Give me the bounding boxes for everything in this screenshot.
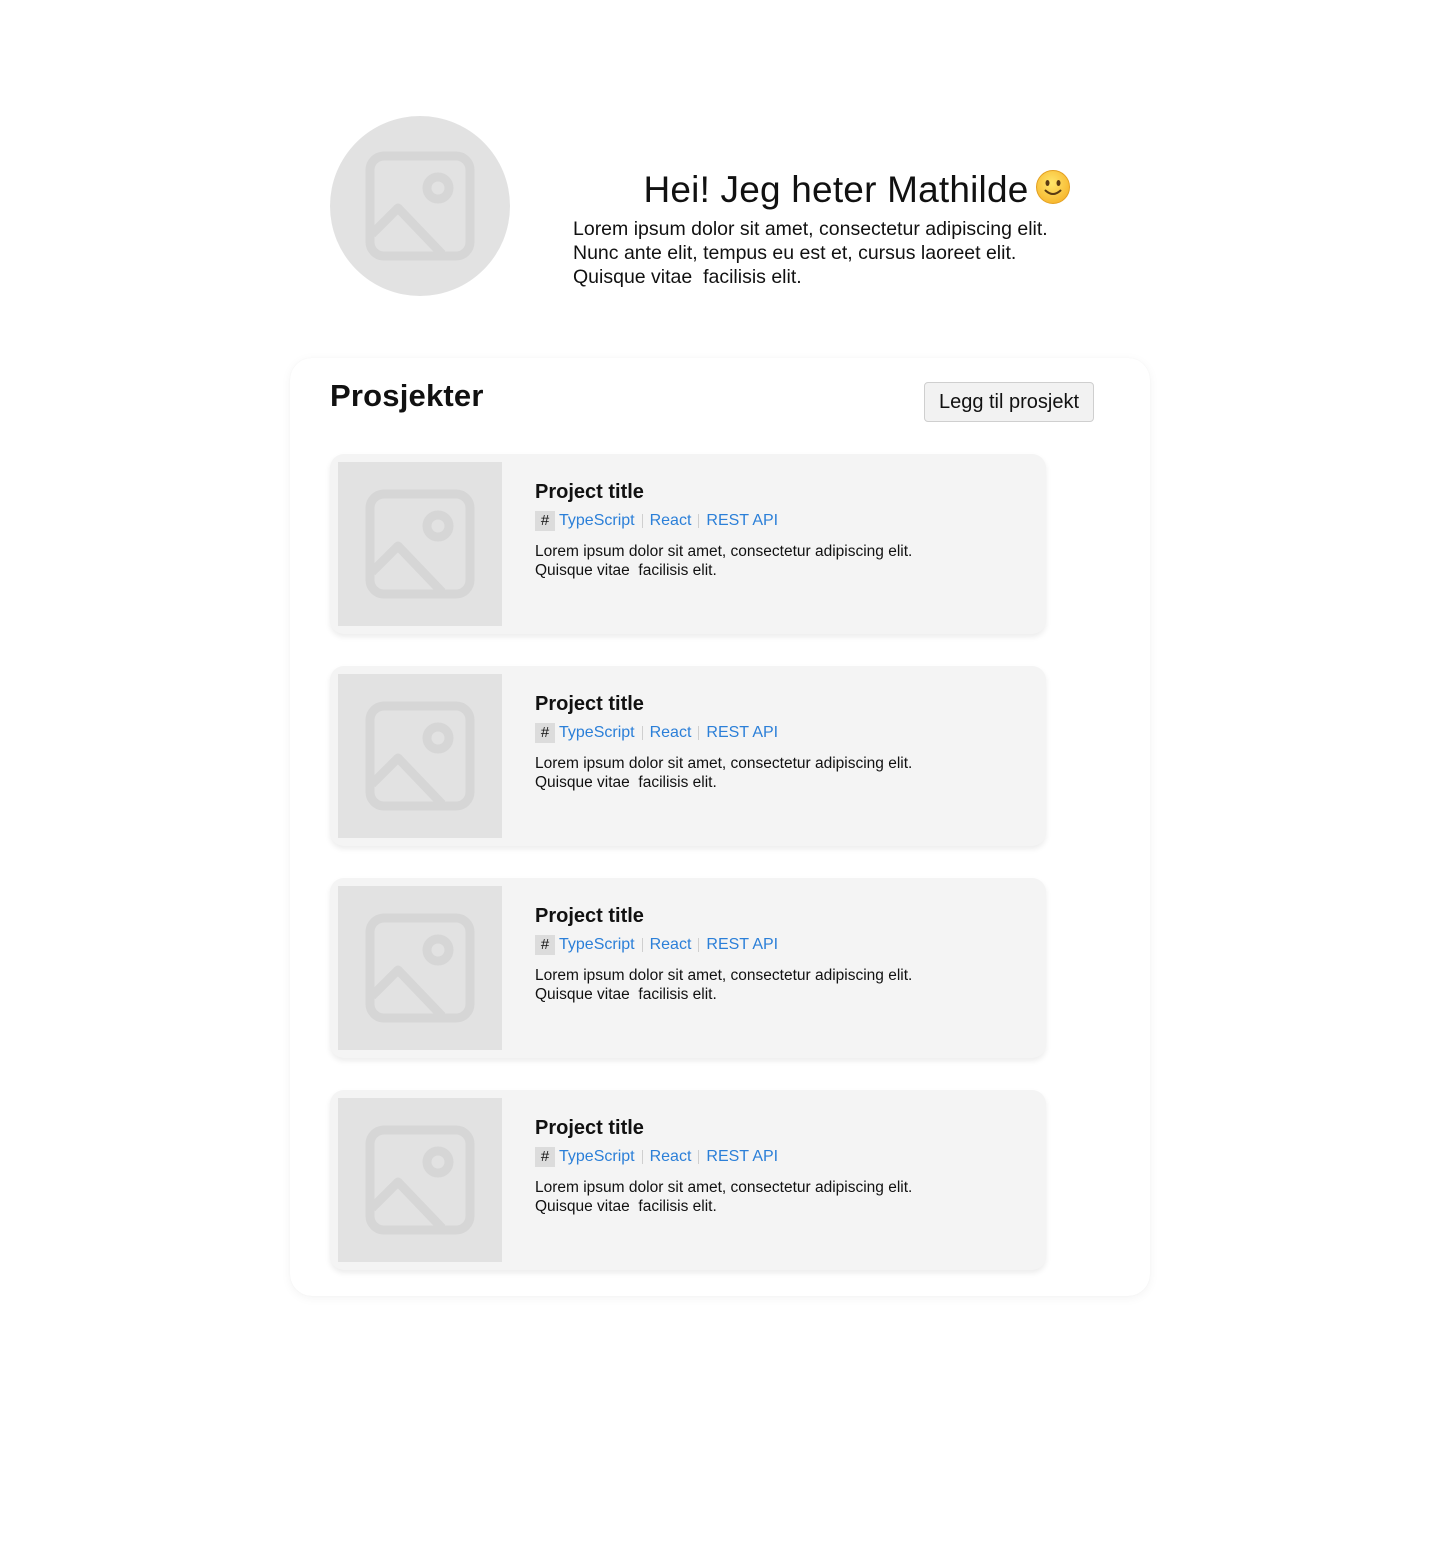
tag-typescript[interactable]: TypeScript	[559, 723, 635, 743]
description-line: Quisque vitae facilisis elit.	[535, 774, 717, 791]
tag-divider	[641, 1150, 643, 1164]
tag-rest-api[interactable]: REST API	[706, 511, 778, 531]
image-placeholder-icon	[365, 1125, 475, 1235]
tag-rest-api[interactable]: REST API	[706, 723, 778, 743]
greeting-text: Hei! Jeg heter Mathilde	[643, 169, 1029, 210]
project-thumbnail	[338, 1098, 502, 1262]
bio-text: Lorem ipsum dolor sit amet, consectetur …	[573, 217, 1113, 289]
image-placeholder-icon	[365, 913, 475, 1023]
project-tags: # TypeScript React REST API	[535, 934, 1015, 956]
project-thumbnail	[338, 886, 502, 1050]
tag-divider	[698, 1150, 700, 1164]
tag-rest-api[interactable]: REST API	[706, 935, 778, 955]
projects-heading: Prosjekter	[330, 378, 484, 413]
project-thumbnail	[338, 462, 502, 626]
hashtag-icon: #	[535, 723, 555, 743]
tag-react[interactable]: React	[650, 511, 692, 531]
bio-line: Quisque vitae facilisis elit.	[573, 266, 802, 288]
tag-react[interactable]: React	[650, 1147, 692, 1167]
image-placeholder-icon	[365, 489, 475, 599]
image-placeholder-icon	[365, 701, 475, 811]
description-line: Quisque vitae facilisis elit.	[535, 986, 717, 1003]
project-description: Lorem ipsum dolor sit amet, consectetur …	[535, 542, 1015, 580]
hashtag-icon: #	[535, 935, 555, 955]
project-tags: # TypeScript React REST API	[535, 722, 1015, 744]
project-card[interactable]: Project title # TypeScript React REST AP…	[330, 1090, 1046, 1270]
hashtag-icon: #	[535, 1147, 555, 1167]
project-card[interactable]: Project title # TypeScript React REST AP…	[330, 454, 1046, 634]
project-description: Lorem ipsum dolor sit amet, consectetur …	[535, 1178, 1015, 1216]
projects-panel: Prosjekter Legg til prosjekt Project tit…	[290, 358, 1150, 1296]
project-title[interactable]: Project title	[535, 1116, 1015, 1140]
project-list: Project title # TypeScript React REST AP…	[330, 454, 1046, 1302]
tag-divider	[641, 938, 643, 952]
add-project-button[interactable]: Legg til prosjekt	[924, 382, 1094, 422]
hashtag-icon: #	[535, 511, 555, 531]
project-tags: # TypeScript React REST API	[535, 510, 1015, 532]
project-tags: # TypeScript React REST API	[535, 1146, 1015, 1168]
tag-divider	[641, 514, 643, 528]
project-title[interactable]: Project title	[535, 904, 1015, 928]
tag-divider	[698, 514, 700, 528]
description-line: Quisque vitae facilisis elit.	[535, 562, 717, 579]
description-line: Quisque vitae facilisis elit.	[535, 1198, 717, 1215]
project-thumbnail	[338, 674, 502, 838]
tag-typescript[interactable]: TypeScript	[559, 511, 635, 531]
project-card[interactable]: Project title # TypeScript React REST AP…	[330, 878, 1046, 1058]
description-line: Lorem ipsum dolor sit amet, consectetur …	[535, 543, 913, 560]
profile-header: Hei! Jeg heter Mathilde Lorem ipsum dolo…	[330, 116, 1110, 296]
description-line: Lorem ipsum dolor sit amet, consectetur …	[535, 1179, 913, 1196]
image-placeholder-icon	[365, 151, 475, 261]
tag-rest-api[interactable]: REST API	[706, 1147, 778, 1167]
project-description: Lorem ipsum dolor sit amet, consectetur …	[535, 966, 1015, 1004]
tag-react[interactable]: React	[650, 723, 692, 743]
tag-divider	[641, 726, 643, 740]
project-description: Lorem ipsum dolor sit amet, consectetur …	[535, 754, 1015, 792]
description-line: Lorem ipsum dolor sit amet, consectetur …	[535, 967, 913, 984]
page-title: Hei! Jeg heter Mathilde	[601, 168, 1113, 215]
bio-line: Lorem ipsum dolor sit amet, consectetur …	[573, 218, 1048, 240]
tag-typescript[interactable]: TypeScript	[559, 1147, 635, 1167]
tag-typescript[interactable]: TypeScript	[559, 935, 635, 955]
intro: Hei! Jeg heter Mathilde Lorem ipsum dolo…	[573, 168, 1113, 289]
avatar	[330, 116, 510, 296]
tag-divider	[698, 726, 700, 740]
slightly-smiling-face-icon	[1035, 169, 1071, 215]
project-title[interactable]: Project title	[535, 480, 1015, 504]
project-card[interactable]: Project title # TypeScript React REST AP…	[330, 666, 1046, 846]
description-line: Lorem ipsum dolor sit amet, consectetur …	[535, 755, 913, 772]
project-title[interactable]: Project title	[535, 692, 1015, 716]
tag-react[interactable]: React	[650, 935, 692, 955]
tag-divider	[698, 938, 700, 952]
bio-line: Nunc ante elit, tempus eu est et, cursus…	[573, 242, 1017, 264]
